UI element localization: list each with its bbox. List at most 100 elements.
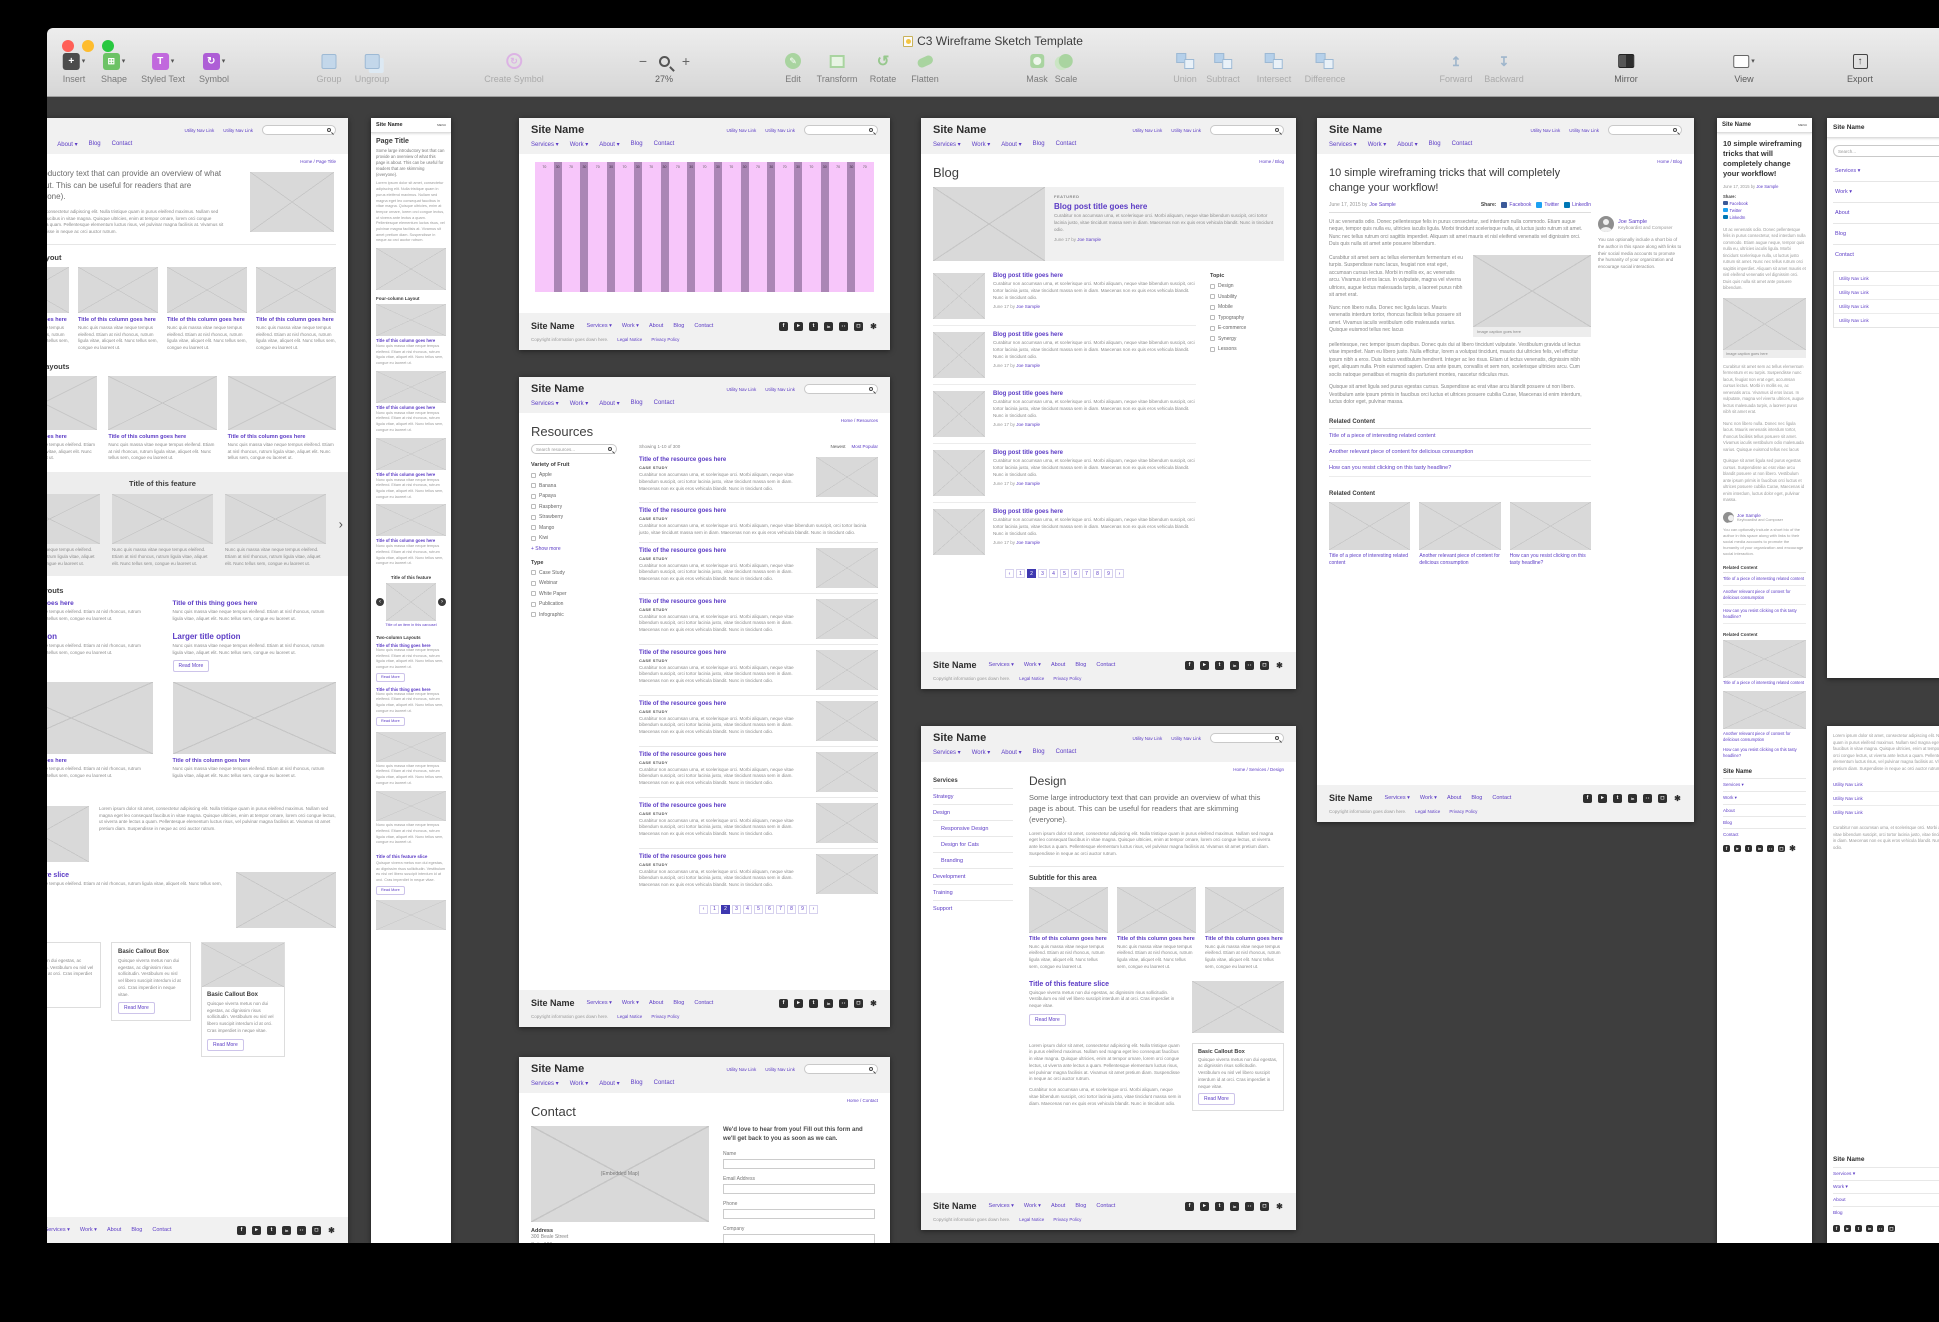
instagram-icon[interactable]	[1778, 845, 1785, 853]
topic-checkbox[interactable]: Synergy	[1210, 336, 1284, 342]
phone-field[interactable]	[723, 1209, 875, 1220]
column-title-link[interactable]: Title of this column goes here	[47, 434, 97, 440]
linkedin-icon[interactable]	[824, 321, 833, 331]
artboard-layout-components-mobile[interactable]: Layout Components (Mobile) Site NameMENU…	[371, 118, 451, 1243]
feature-slice-title-link[interactable]: Title of this feature slice	[47, 872, 226, 879]
related-link[interactable]: How can you resist clicking on this tast…	[1723, 605, 1806, 624]
larger-title-link[interactable]: Larger title option	[47, 632, 153, 641]
insert-button[interactable]: + ▾ Insert	[62, 50, 85, 84]
utility-nav-link[interactable]: Utility Nav Link	[223, 128, 253, 133]
instagram-icon[interactable]	[1658, 793, 1667, 803]
subnav-item[interactable]: Design for Cats	[933, 837, 1013, 853]
artboard-blog-landing[interactable]: Blog Landing Site Name Utility Nav LinkU…	[921, 118, 1296, 689]
related-link[interactable]: How can you resist clicking on this tast…	[1510, 553, 1591, 567]
flickr-icon[interactable]	[1245, 1201, 1254, 1211]
mobile-nav-blog[interactable]: Blog	[1833, 224, 1939, 245]
linkedin-icon[interactable]	[1230, 1201, 1239, 1211]
footer-nav-item[interactable]: Services ▾	[1723, 778, 1806, 791]
mobile-nav-about[interactable]: About	[1833, 203, 1939, 224]
read-more-button[interactable]: Read More	[118, 1002, 155, 1015]
pagination-prev[interactable]	[1005, 569, 1014, 578]
mobile-nav-services[interactable]: Services ▾	[1833, 161, 1939, 182]
related-link[interactable]: Title of a piece of interesting related …	[1723, 680, 1806, 686]
linkedin-icon[interactable]	[1866, 1225, 1873, 1232]
artboard-wysiwyg-elements-mobile[interactable]: WYSIWYG Elements (Mobile) Site NameMENU …	[1717, 118, 1812, 1243]
menu-button[interactable]: MENU	[1798, 122, 1807, 128]
search-input[interactable]	[1210, 125, 1284, 135]
union-button[interactable]: Union	[1173, 50, 1197, 84]
subnav-item[interactable]: Responsive Design	[933, 821, 1013, 837]
yelp-icon[interactable]	[869, 999, 878, 1008]
search-input[interactable]	[804, 384, 878, 394]
artboard-page-elements[interactable]: ents Site Name Utility Nav Link Utility …	[47, 118, 348, 1243]
flickr-icon[interactable]	[1245, 660, 1254, 670]
footer-nav-item[interactable]: About	[1723, 804, 1806, 816]
artboard-filtered-list[interactable]: Filtered List Site Name Utility Nav Link…	[519, 377, 890, 1027]
shape-button[interactable]: ⊞ ▾ Shape	[101, 50, 127, 84]
subnav-item[interactable]: Strategy	[933, 789, 1013, 805]
youtube-icon[interactable]	[1734, 845, 1741, 853]
instagram-icon[interactable]	[854, 998, 863, 1008]
subnav-item[interactable]: Support	[933, 901, 1013, 916]
zoom-out-button[interactable]: −	[639, 50, 647, 72]
utility-nav-link[interactable]: Utility Nav Link	[1834, 285, 1939, 299]
intersect-button[interactable]: Intersect	[1257, 50, 1291, 84]
yelp-icon[interactable]	[1789, 845, 1796, 852]
author-link[interactable]: Joe Sample	[1369, 202, 1395, 208]
twitter-icon[interactable]	[1215, 660, 1224, 670]
youtube-icon[interactable]	[1844, 1225, 1851, 1232]
filter-checkbox[interactable]: Publication	[531, 601, 627, 607]
breadcrumb[interactable]: Home / Blog	[1317, 154, 1694, 164]
linkedin-share-link[interactable]: LinkedIn	[1564, 201, 1591, 208]
utility-nav-link[interactable]: Utility Nav Link	[1834, 299, 1939, 313]
column-title-link[interactable]: Title of this column goes here	[228, 434, 336, 440]
yelp-icon[interactable]	[327, 1226, 336, 1235]
filter-search-input[interactable]: Search resources...	[531, 444, 617, 454]
mobile-nav-contact[interactable]: Contact	[1833, 245, 1939, 265]
larger-title-link[interactable]: Larger title option	[173, 632, 337, 641]
flatten-button[interactable]: Flatten	[911, 50, 939, 84]
create-symbol-button[interactable]: ↻ Create Symbol	[484, 50, 544, 84]
nav-contact[interactable]: Contact	[112, 141, 133, 148]
read-more-button[interactable]: Read More	[207, 1038, 244, 1051]
utility-nav-link[interactable]: Utility Nav Link	[1833, 778, 1939, 792]
mask-button[interactable]: Mask	[1026, 50, 1048, 84]
instagram-icon[interactable]	[1888, 1225, 1895, 1232]
search-input[interactable]	[1608, 125, 1682, 135]
sort-newest[interactable]: Newest	[830, 444, 845, 449]
yelp-icon[interactable]	[1275, 1202, 1284, 1211]
filter-checkbox[interactable]: Raspberry	[531, 504, 627, 510]
filter-checkbox[interactable]: White Paper	[531, 591, 627, 597]
filter-checkbox[interactable]: Kiwi	[531, 535, 627, 541]
filter-checkbox[interactable]: Mango	[531, 525, 627, 531]
subtract-button[interactable]: Subtract	[1206, 50, 1240, 84]
privacy-policy-link[interactable]: Privacy Policy	[651, 337, 679, 342]
symbol-button[interactable]: ↻ ▾ Symbol	[199, 50, 229, 84]
breadcrumb[interactable]: Home / Blog	[921, 154, 1296, 164]
facebook-icon[interactable]	[779, 998, 788, 1008]
carousel-prev-icon[interactable]	[376, 598, 384, 607]
mobile-nav-work[interactable]: Work ▾	[1833, 182, 1939, 203]
flickr-icon[interactable]	[839, 998, 848, 1008]
view-button[interactable]: ▾ View	[1733, 50, 1755, 84]
utility-nav-link[interactable]: Utility Nav Link	[1834, 272, 1939, 285]
flickr-icon[interactable]	[839, 321, 848, 331]
featured-post-title-link[interactable]: Blog post title goes here	[1054, 202, 1275, 211]
related-link[interactable]: Title of a piece of interesting related …	[1329, 429, 1591, 445]
linkedin-icon[interactable]	[824, 998, 833, 1008]
show-more-link[interactable]: + Show more	[531, 546, 627, 552]
topic-checkbox[interactable]: Typography	[1210, 315, 1284, 321]
ungroup-button[interactable]: Ungroup	[355, 50, 389, 84]
linkedin-share-link[interactable]: LinkedIn	[1723, 215, 1806, 220]
author-link[interactable]: Joe Sample	[1077, 237, 1101, 242]
footer-nav-item[interactable]: Services ▾	[1833, 1167, 1939, 1180]
utility-nav-link[interactable]: Utility Nav Link	[184, 128, 214, 133]
utility-nav-link[interactable]: Utility Nav Link	[1833, 806, 1939, 819]
subnav-item[interactable]: Development	[933, 869, 1013, 885]
linkedin-icon[interactable]	[1230, 660, 1239, 670]
filter-checkbox[interactable]: Apple	[531, 472, 627, 478]
company-field[interactable]	[723, 1234, 875, 1243]
related-link[interactable]: Another relevant piece of content for de…	[1723, 731, 1806, 743]
linkedin-icon[interactable]	[1756, 845, 1763, 853]
flickr-icon[interactable]	[1767, 845, 1774, 853]
